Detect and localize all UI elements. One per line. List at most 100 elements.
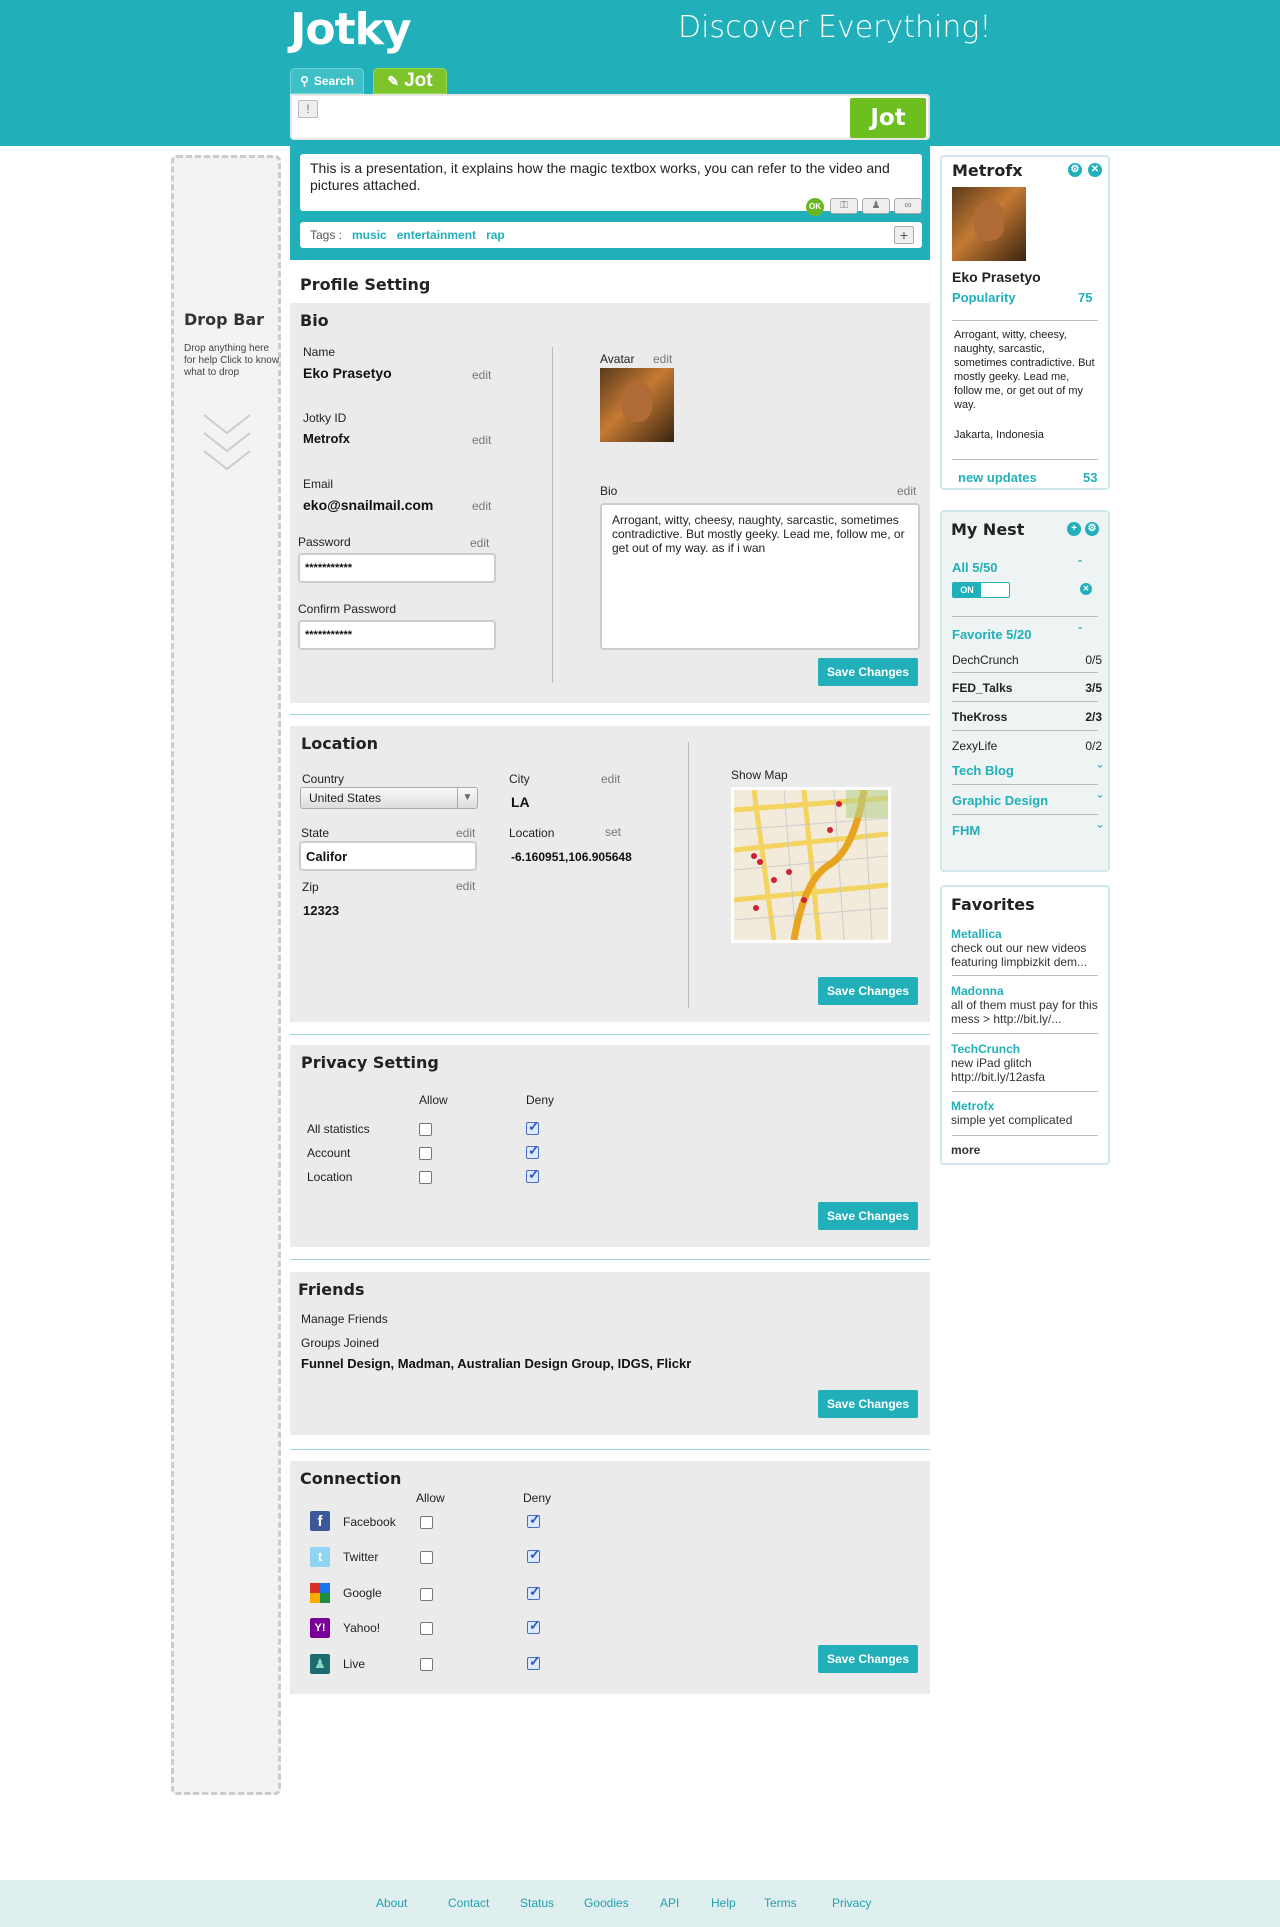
edit-email-link[interactable]: edit bbox=[472, 499, 491, 513]
password-field[interactable]: *********** bbox=[298, 553, 496, 583]
drop-bar[interactable]: Drop Bar Drop anything here for help Cli… bbox=[171, 155, 281, 1795]
ok-icon[interactable]: OK bbox=[806, 198, 824, 216]
footer-link-status[interactable]: Status bbox=[520, 1896, 554, 1910]
favorite-item[interactable]: Madonna all of them must pay for this me… bbox=[951, 984, 1101, 1026]
allow-facebook-checkbox[interactable] bbox=[420, 1516, 433, 1529]
save-connection-button[interactable]: Save Changes bbox=[818, 1645, 918, 1673]
edit-avatar-link[interactable]: edit bbox=[653, 352, 672, 366]
gear-icon[interactable]: ⚙ bbox=[1068, 163, 1082, 177]
edit-password-link[interactable]: edit bbox=[470, 536, 489, 550]
deny-facebook-checkbox[interactable] bbox=[527, 1511, 541, 1528]
favorite-item[interactable]: Metrofx simple yet complicated bbox=[951, 1099, 1101, 1127]
edit-jotky-id-link[interactable]: edit bbox=[472, 433, 491, 447]
favorite-name[interactable]: Metallica bbox=[951, 927, 1101, 941]
favorite-item[interactable]: Metallica check out our new videos featu… bbox=[951, 927, 1101, 969]
save-location-button[interactable]: Save Changes bbox=[818, 977, 918, 1005]
footer-link-help[interactable]: Help bbox=[711, 1896, 736, 1910]
deny-live-checkbox[interactable] bbox=[527, 1653, 541, 1670]
lock-icon[interactable]: ⚿ bbox=[830, 198, 858, 214]
footer-link-api[interactable]: API bbox=[660, 1896, 679, 1910]
magic-textbox[interactable]: This is a presentation, it explains how … bbox=[300, 154, 922, 216]
nest-item[interactable]: TheKross 2/3 bbox=[952, 710, 1102, 724]
chevron-up-icon[interactable]: ˆ bbox=[1078, 558, 1082, 572]
nest-item[interactable]: DechCrunch 0/5 bbox=[952, 653, 1102, 667]
add-icon[interactable]: + bbox=[1067, 522, 1081, 536]
favorite-name[interactable]: TechCrunch bbox=[951, 1042, 1101, 1056]
show-map-label[interactable]: Show Map bbox=[731, 768, 788, 782]
edit-city-link[interactable]: edit bbox=[601, 772, 620, 786]
allow-yahoo-checkbox[interactable] bbox=[420, 1622, 433, 1635]
close-icon[interactable]: ✕ bbox=[1088, 163, 1102, 177]
connection-label: Live bbox=[343, 1657, 366, 1671]
country-select[interactable]: United States ▼ bbox=[300, 787, 478, 809]
jot-button[interactable]: Jot bbox=[850, 98, 926, 138]
deny-account-checkbox[interactable] bbox=[526, 1142, 540, 1159]
popularity-label: Popularity bbox=[952, 290, 1016, 305]
footer-link-contact[interactable]: Contact bbox=[448, 1896, 489, 1910]
footer-link-terms[interactable]: Terms bbox=[764, 1896, 797, 1910]
save-bio-button[interactable]: Save Changes bbox=[818, 658, 918, 686]
favorite-name[interactable]: Metrofx bbox=[951, 1099, 1101, 1113]
allow-google-checkbox[interactable] bbox=[420, 1588, 433, 1601]
edit-name-link[interactable]: edit bbox=[472, 368, 491, 382]
edit-state-link[interactable]: edit bbox=[456, 826, 475, 840]
nest-item[interactable]: FED_Talks 3/5 bbox=[952, 681, 1102, 695]
allow-all-statistics-checkbox[interactable] bbox=[419, 1123, 432, 1136]
allow-account-checkbox[interactable] bbox=[419, 1147, 432, 1160]
tag[interactable]: rap bbox=[486, 228, 505, 242]
nest-all-label[interactable]: All 5/50 bbox=[952, 560, 998, 575]
nest-item[interactable]: ZexyLife 0/2 bbox=[952, 739, 1102, 753]
gear-icon[interactable]: ⚙ bbox=[1085, 522, 1099, 536]
map-thumbnail[interactable] bbox=[731, 787, 891, 943]
edit-zip-link[interactable]: edit bbox=[456, 879, 475, 893]
footer-link-about[interactable]: About bbox=[376, 1896, 407, 1910]
profile-username[interactable]: Metrofx bbox=[952, 161, 1023, 180]
allow-location-checkbox[interactable] bbox=[419, 1171, 432, 1184]
nest-favorite-label[interactable]: Favorite 5/20 bbox=[952, 627, 1032, 642]
avatar[interactable] bbox=[600, 368, 674, 442]
allow-twitter-checkbox[interactable] bbox=[420, 1551, 433, 1564]
allow-live-checkbox[interactable] bbox=[420, 1658, 433, 1671]
nest-item-count: 3/5 bbox=[1085, 681, 1102, 695]
nest-toggle[interactable]: ON bbox=[952, 582, 1010, 598]
nest-group[interactable]: Tech Blog ˇ bbox=[952, 763, 1102, 778]
close-icon[interactable]: ✕ bbox=[1080, 583, 1092, 595]
add-tag-icon[interactable]: + bbox=[894, 226, 914, 244]
favorites-title: Favorites bbox=[951, 895, 1035, 914]
tag[interactable]: music bbox=[352, 228, 387, 242]
deny-yahoo-checkbox[interactable] bbox=[527, 1617, 541, 1634]
deny-twitter-checkbox[interactable] bbox=[527, 1546, 541, 1563]
footer-link-privacy[interactable]: Privacy bbox=[832, 1896, 871, 1910]
tab-jot[interactable]: ✎ Jot bbox=[373, 68, 447, 94]
chevron-up-icon[interactable]: ˆ bbox=[1078, 625, 1082, 639]
state-input[interactable]: Califor bbox=[299, 841, 477, 871]
tag[interactable]: entertainment bbox=[397, 228, 476, 242]
logo[interactable]: Jotky bbox=[290, 4, 412, 55]
tab-search[interactable]: ⚲ Search bbox=[290, 68, 364, 94]
deny-location-checkbox[interactable] bbox=[526, 1166, 540, 1183]
nest-group[interactable]: Graphic Design ˇ bbox=[952, 793, 1102, 808]
save-privacy-button[interactable]: Save Changes bbox=[818, 1202, 918, 1230]
footer-link-goodies[interactable]: Goodies bbox=[584, 1896, 629, 1910]
favorite-text: new iPad glitch http://bit.ly/12asfa bbox=[951, 1056, 1046, 1084]
profile-avatar[interactable] bbox=[952, 187, 1026, 261]
privacy-panel: Privacy Setting Allow Deny All statistic… bbox=[290, 1045, 930, 1247]
allow-header: Allow bbox=[416, 1491, 445, 1505]
set-location-link[interactable]: set bbox=[605, 825, 621, 839]
save-friends-button[interactable]: Save Changes bbox=[818, 1390, 918, 1418]
favorite-item[interactable]: TechCrunch new iPad glitch http://bit.ly… bbox=[951, 1042, 1101, 1084]
nest-group[interactable]: FHM ˇ bbox=[952, 823, 1102, 838]
link-icon[interactable]: ∞ bbox=[894, 198, 922, 214]
favorites-more-link[interactable]: more bbox=[951, 1143, 980, 1157]
bio-textarea[interactable]: Arrogant, witty, cheesy, naughty, sarcas… bbox=[600, 503, 920, 650]
edit-bio-link[interactable]: edit bbox=[897, 484, 916, 498]
jot-input[interactable]: ! Jot bbox=[290, 94, 930, 140]
deny-google-checkbox[interactable] bbox=[527, 1583, 541, 1600]
alert-icon[interactable]: ! bbox=[298, 100, 318, 118]
favorite-name[interactable]: Madonna bbox=[951, 984, 1101, 998]
new-updates-link[interactable]: new updates bbox=[958, 470, 1037, 485]
confirm-password-field[interactable]: *********** bbox=[298, 620, 496, 650]
person-icon[interactable]: ♟ bbox=[862, 198, 890, 214]
deny-all-statistics-checkbox[interactable] bbox=[526, 1118, 540, 1135]
manage-friends-link[interactable]: Manage Friends bbox=[301, 1312, 388, 1326]
